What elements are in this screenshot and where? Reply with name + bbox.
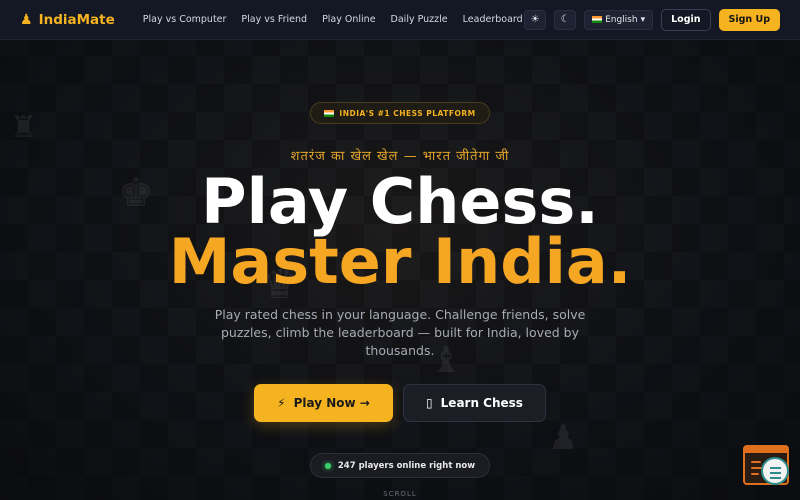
- language-label: English: [605, 14, 638, 25]
- play-now-button[interactable]: ⚡ Play Now →: [254, 384, 393, 422]
- learn-chess-label: Learn Chess: [440, 396, 523, 410]
- online-players-badge: 247 players online right now: [310, 453, 490, 478]
- chat-bubble-icon[interactable]: [761, 457, 789, 485]
- flag-icon: [592, 16, 603, 23]
- badge-text: INDIA'S #1 CHESS PLATFORM: [339, 108, 476, 118]
- nav-actions: ☀ ☾ English ▾ Login Sign Up: [524, 8, 780, 31]
- flag-icon: [324, 109, 335, 117]
- login-button[interactable]: Login: [661, 8, 711, 31]
- nav-link-leaderboard[interactable]: Leaderboard: [463, 14, 523, 25]
- logo-text: IndiaMate: [38, 11, 115, 28]
- hindi-tagline: शतरंज का खेल खेल — भारत जीतेगा जी: [290, 149, 510, 164]
- bubble-line: [770, 472, 781, 474]
- bubble-line: [770, 477, 781, 479]
- top-navbar: ♟ IndiaMate Play vs Computer Play vs Fri…: [0, 0, 800, 40]
- hero-subtitle: Play rated chess in your language. Chall…: [214, 307, 586, 358]
- widget-line: [751, 473, 759, 475]
- language-select[interactable]: English ▾: [584, 9, 654, 30]
- online-status-dot: [324, 462, 331, 469]
- logo[interactable]: ♟ IndiaMate: [20, 12, 115, 28]
- pawn-icon: ♟: [20, 11, 33, 28]
- chevron-down-icon: ▾: [640, 14, 646, 25]
- nav-link-play-online[interactable]: Play Online: [322, 14, 375, 25]
- widget-line: [751, 461, 761, 463]
- hero-section: INDIA'S #1 CHESS PLATFORM शतरंज का खेल ख…: [0, 40, 800, 500]
- nav-link-daily-puzzle[interactable]: Daily Puzzle: [391, 14, 448, 25]
- nav-link-play-vs-friend[interactable]: Play vs Friend: [241, 14, 307, 25]
- nav-link-play-vs-computer[interactable]: Play vs Computer: [143, 14, 227, 25]
- online-players-text: 247 players online right now: [337, 460, 476, 471]
- platform-badge: INDIA'S #1 CHESS PLATFORM: [310, 102, 490, 124]
- play-now-label: Play Now →: [293, 396, 370, 410]
- book-icon: ▯: [426, 396, 433, 410]
- scroll-hint: SCROLL: [383, 490, 417, 498]
- signup-button[interactable]: Sign Up: [718, 8, 780, 31]
- widget-title-bar: [745, 447, 787, 453]
- hero-title-line2: Master India.: [168, 225, 632, 298]
- lightning-icon: ⚡: [277, 396, 286, 410]
- theme-toggle-button[interactable]: ☀: [524, 9, 547, 30]
- moon-icon: ☾: [560, 14, 570, 25]
- learn-chess-button[interactable]: ▯ Learn Chess: [403, 384, 546, 422]
- nav-links: Play vs Computer Play vs Friend Play Onl…: [143, 14, 523, 25]
- icon-button[interactable]: ☾: [554, 9, 577, 30]
- bubble-line: [770, 467, 781, 469]
- sun-icon: ☀: [530, 14, 540, 25]
